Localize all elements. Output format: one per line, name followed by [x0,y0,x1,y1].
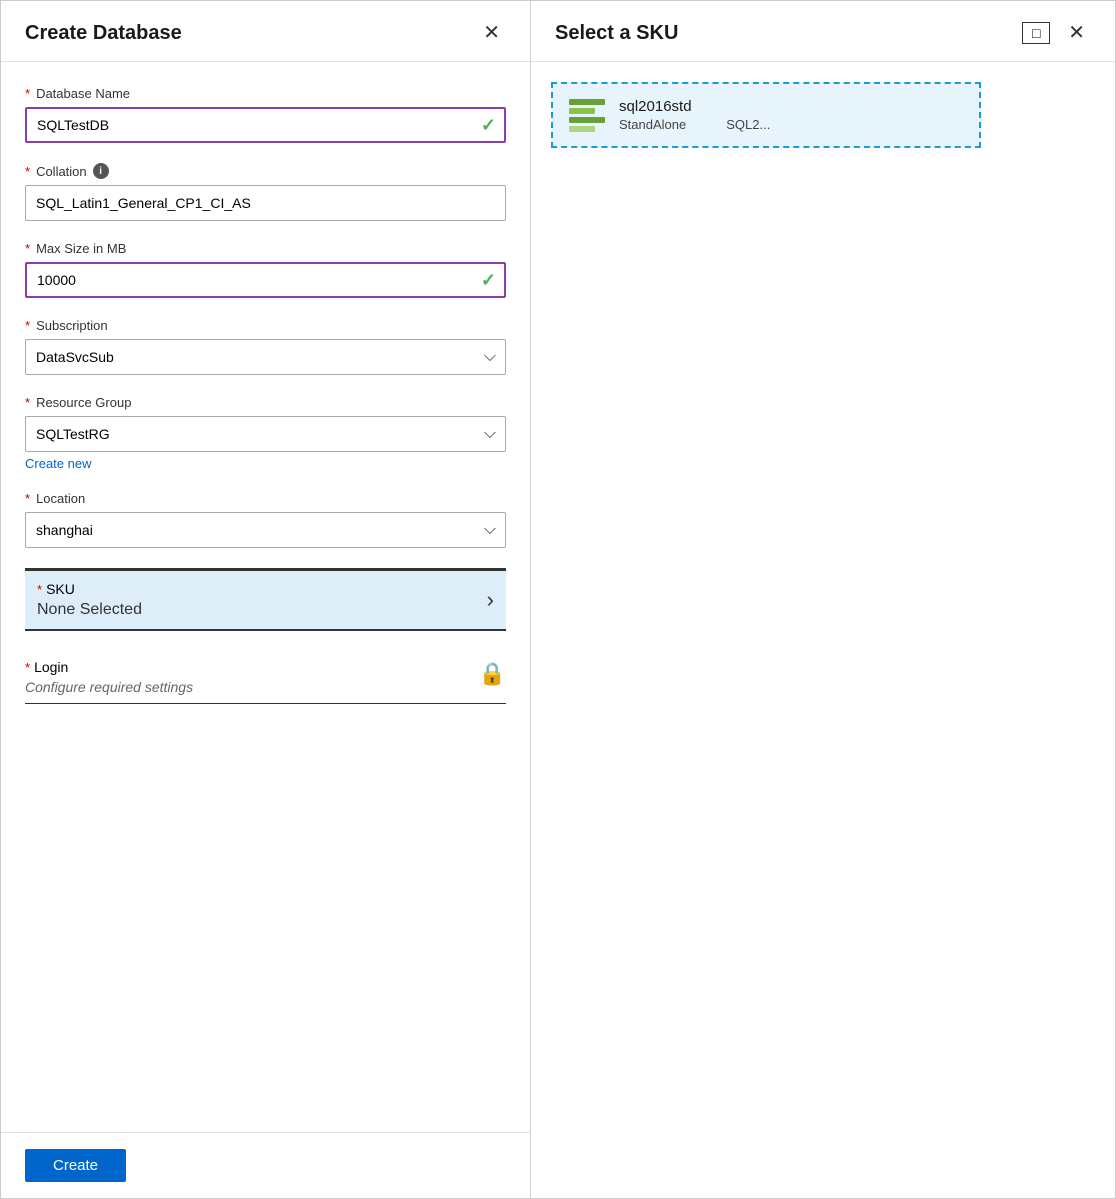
required-star-loc: * [25,491,30,506]
login-lock-icon: 🔒 [479,661,506,687]
resource-group-field-group: * Resource Group SQLTestRG ⌵ Create new [25,395,506,471]
sku-field-group[interactable]: * SKU None Selected › [25,569,506,631]
sku-icon-bar-3 [569,117,605,123]
collation-label-text: Collation [36,164,87,179]
right-header-actions: □ ✕ [1022,21,1091,45]
sku-label-text: SKU [46,581,75,597]
required-star-sub: * [25,318,30,333]
left-panel-close-button[interactable]: ✕ [477,21,506,45]
location-field-group: * Location shanghai ⌵ [25,491,506,548]
select-sku-panel: Select a SKU □ ✕ sql2016std StandAlone [531,1,1115,1198]
login-left-content: * Login Configure required settings [25,659,479,695]
right-panel-body: sql2016std StandAlone SQL2... [531,62,1115,1198]
sku-left-content: * SKU None Selected [37,581,487,619]
sku-value-text: None Selected [37,601,487,619]
max-size-check-icon: ✓ [481,270,496,291]
collation-input[interactable] [25,185,506,221]
sku-item-info: sql2016std StandAlone SQL2... [619,98,963,132]
sku-item-icon [569,99,605,132]
database-name-field-group: * Database Name ✓ [25,86,506,143]
right-panel-header: Select a SKU □ ✕ [531,1,1115,62]
sku-icon-bar-2 [569,108,595,114]
max-size-input[interactable] [25,262,506,298]
resource-group-label-text: Resource Group [36,395,131,410]
app-container: Create Database ✕ * Database Name ✓ * Co [0,0,1116,1199]
required-star-rg: * [25,395,30,410]
max-size-input-wrapper: ✓ [25,262,506,298]
sku-item-type: StandAlone [619,117,686,132]
database-name-check-icon: ✓ [481,115,496,136]
sku-chevron-right-icon: › [487,587,494,613]
collation-input-wrapper [25,185,506,221]
subscription-label: * Subscription [25,318,506,333]
subscription-select-wrapper: DataSvcSub ⌵ [25,339,506,375]
location-label: * Location [25,491,506,506]
sku-item-version: SQL2... [726,117,770,132]
location-select[interactable]: shanghai [25,512,506,548]
database-name-label: * Database Name [25,86,506,101]
max-size-field-group: * Max Size in MB ✓ [25,241,506,298]
database-name-label-text: Database Name [36,86,130,101]
sku-label-row: * SKU [37,581,487,597]
create-database-panel: Create Database ✕ * Database Name ✓ * Co [1,1,531,1198]
resource-group-select[interactable]: SQLTestRG [25,416,506,452]
max-size-label: * Max Size in MB [25,241,506,256]
sku-item-card[interactable]: sql2016std StandAlone SQL2... [551,82,981,148]
max-size-label-text: Max Size in MB [36,241,126,256]
login-field-group: * Login Configure required settings 🔒 [25,647,506,704]
required-star-sku: * [37,582,42,597]
collation-field-group: * Collation i [25,163,506,221]
create-button[interactable]: Create [25,1149,126,1182]
sku-icon-bar-4 [569,126,595,132]
sku-icon-bar-1 [569,99,605,105]
resource-group-label: * Resource Group [25,395,506,410]
left-panel-body: * Database Name ✓ * Collation i [1,62,530,1132]
maximize-button[interactable]: □ [1022,22,1050,44]
collation-label: * Collation i [25,163,506,179]
left-panel-header: Create Database ✕ [1,1,530,62]
subscription-label-text: Subscription [36,318,108,333]
required-star-login: * [25,660,30,675]
login-label-text: Login [34,659,68,675]
create-new-link[interactable]: Create new [25,456,91,471]
subscription-field-group: * Subscription DataSvcSub ⌵ [25,318,506,375]
sku-item-name: sql2016std [619,98,963,115]
left-panel-title: Create Database [25,22,182,45]
database-name-input[interactable] [25,107,506,143]
sku-item-meta: StandAlone SQL2... [619,117,963,132]
right-panel-close-button[interactable]: ✕ [1062,21,1091,45]
collation-info-icon[interactable]: i [93,163,109,179]
location-select-wrapper: shanghai ⌵ [25,512,506,548]
login-placeholder-text: Configure required settings [25,679,479,695]
left-panel-footer: Create [1,1132,530,1198]
required-star-db: * [25,86,30,101]
subscription-select[interactable]: DataSvcSub [25,339,506,375]
required-star-collation: * [25,164,30,179]
resource-group-select-wrapper: SQLTestRG ⌵ [25,416,506,452]
database-name-input-wrapper: ✓ [25,107,506,143]
login-label-row: * Login [25,659,479,675]
required-star-maxsize: * [25,241,30,256]
location-label-text: Location [36,491,85,506]
right-panel-title: Select a SKU [555,22,678,45]
